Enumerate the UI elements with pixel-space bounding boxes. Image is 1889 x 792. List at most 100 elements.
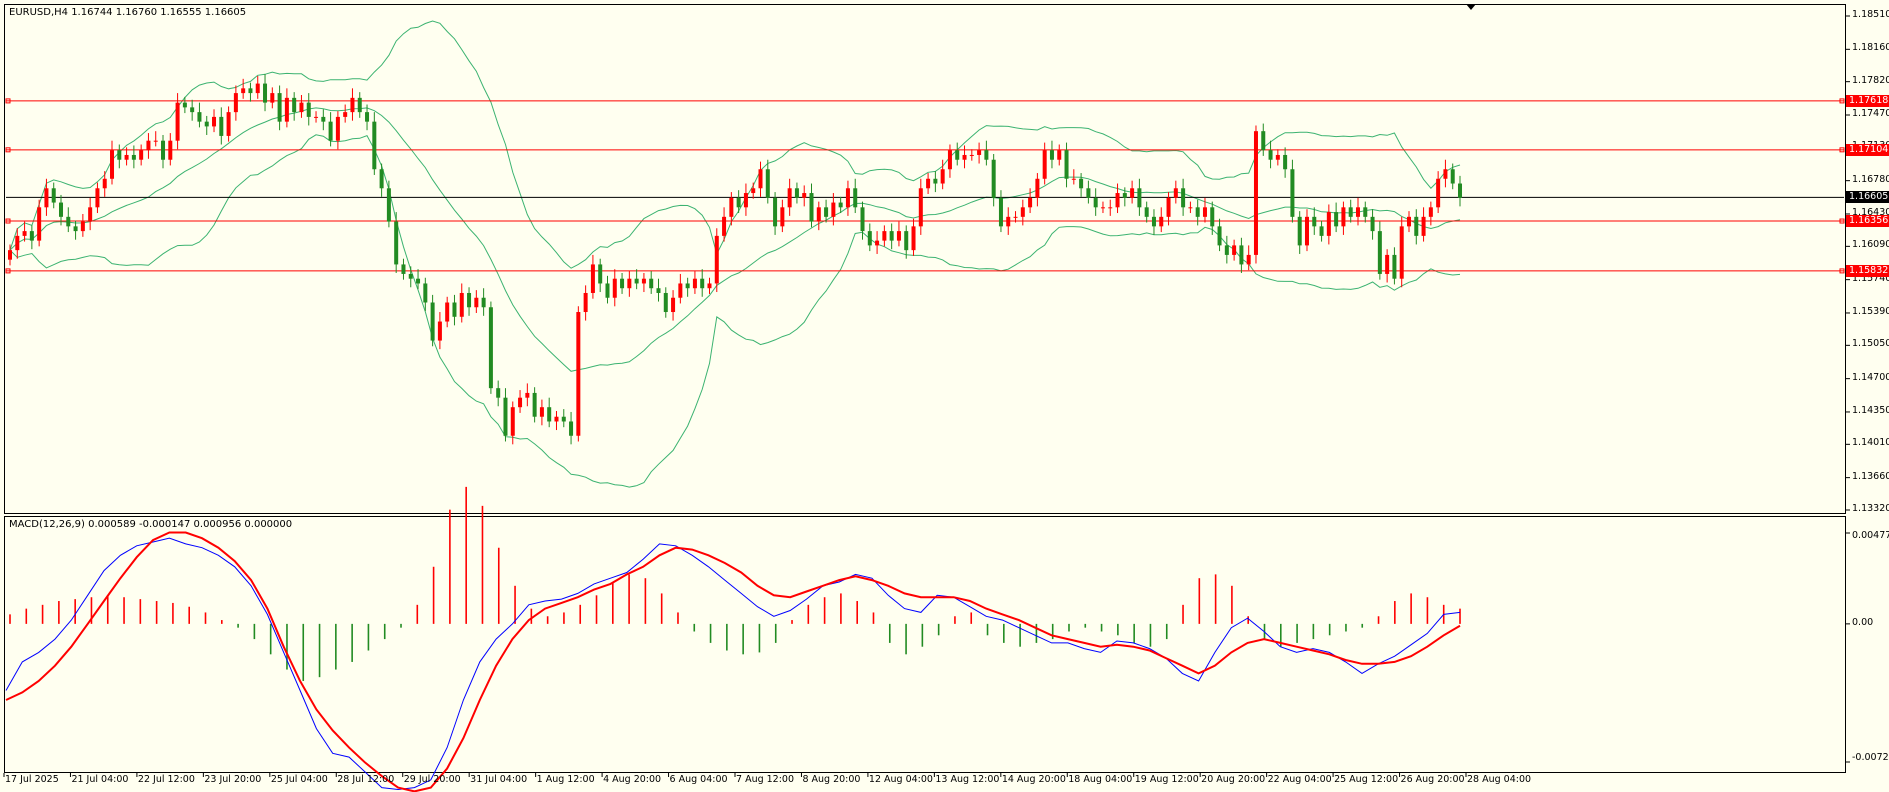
candle xyxy=(1035,178,1040,198)
price-axis-label: 1.13660 xyxy=(1852,470,1889,482)
candle xyxy=(1159,216,1164,227)
price-axis-label: 1.15050 xyxy=(1852,338,1889,350)
candle xyxy=(933,178,938,184)
candle xyxy=(445,302,450,322)
candle xyxy=(940,169,945,184)
price-axis-label: 1.18510 xyxy=(1852,9,1889,20)
candle xyxy=(481,297,486,308)
candle xyxy=(1079,178,1084,189)
candle xyxy=(816,207,821,222)
candle xyxy=(627,278,632,289)
price-axis-label: 1.18160 xyxy=(1852,42,1889,54)
candle xyxy=(1268,150,1273,160)
candle xyxy=(241,88,246,94)
time-axis-label: 4 Aug 20:00 xyxy=(603,774,662,785)
candle xyxy=(510,407,515,436)
candle xyxy=(780,207,785,227)
candle xyxy=(991,159,996,198)
time-axis-label: 17 Jul 2025 xyxy=(5,774,59,785)
candle xyxy=(146,140,151,151)
candle xyxy=(1421,216,1426,236)
candle xyxy=(612,278,617,298)
candle xyxy=(488,307,493,389)
candle xyxy=(1086,188,1091,198)
candle xyxy=(1137,188,1142,208)
candle xyxy=(430,302,435,341)
candle xyxy=(117,150,122,160)
candle xyxy=(263,83,268,103)
time-axis-label: 20 Aug 20:00 xyxy=(1201,774,1266,785)
candle xyxy=(802,193,807,198)
candle xyxy=(1392,254,1397,279)
candle xyxy=(1246,254,1251,265)
candle xyxy=(1253,131,1258,255)
price-axis-label: 1.14700 xyxy=(1852,371,1889,383)
candle xyxy=(255,83,260,94)
candle xyxy=(1370,216,1375,232)
candle xyxy=(576,312,581,436)
candle xyxy=(1071,178,1076,180)
candle xyxy=(314,116,319,118)
chart-shift-marker-icon[interactable] xyxy=(1466,4,1476,10)
candle xyxy=(758,169,763,189)
candle xyxy=(1450,169,1455,184)
candle xyxy=(583,292,588,313)
candle xyxy=(926,178,931,189)
candle xyxy=(1377,231,1382,274)
candle xyxy=(51,188,56,203)
candle xyxy=(882,231,887,241)
candle xyxy=(1232,245,1237,255)
candle xyxy=(1363,207,1368,217)
macd-header: MACD(12,26,9) 0.000589 -0.000147 0.00095… xyxy=(9,519,293,530)
candle xyxy=(1093,197,1098,208)
candle xyxy=(124,154,129,160)
price-axis-label: 1.16780 xyxy=(1852,173,1889,185)
candle xyxy=(554,416,559,422)
macd-main-line xyxy=(5,537,1461,791)
candle xyxy=(1290,169,1295,217)
candle xyxy=(736,197,741,208)
candle xyxy=(204,121,209,127)
candle xyxy=(663,292,668,313)
candle xyxy=(620,278,625,289)
candle xyxy=(1319,226,1324,236)
candle xyxy=(212,116,217,127)
candle xyxy=(1181,188,1186,208)
candle xyxy=(467,292,472,308)
time-axis-label: 21 Jul 04:00 xyxy=(71,774,129,785)
candle xyxy=(984,150,989,160)
candle xyxy=(947,150,952,170)
candle xyxy=(284,97,289,122)
macd-signal-line xyxy=(5,531,1461,792)
candle xyxy=(1443,169,1448,179)
time-axis-label: 19 Aug 12:00 xyxy=(1134,774,1199,785)
price-axis-label: 1.16090 xyxy=(1852,239,1889,251)
candle xyxy=(969,154,974,156)
candle xyxy=(1195,207,1200,217)
candle xyxy=(1275,154,1280,160)
candle xyxy=(37,207,42,241)
time-axis-label: 8 Aug 20:00 xyxy=(802,774,861,785)
current-price-tag: 1.16605 xyxy=(1846,191,1889,204)
candle xyxy=(161,140,166,160)
candle xyxy=(22,231,27,236)
chart-canvas[interactable] xyxy=(0,0,1889,792)
candle xyxy=(904,231,909,251)
candle xyxy=(233,93,238,113)
candle xyxy=(335,116,340,141)
time-axis-label: 14 Aug 20:00 xyxy=(1001,774,1066,785)
candle xyxy=(962,154,967,160)
candle xyxy=(1326,212,1331,236)
candle xyxy=(634,278,639,284)
candle xyxy=(605,283,610,298)
candle xyxy=(1188,207,1193,209)
candle xyxy=(44,188,49,208)
candle xyxy=(59,202,64,217)
candle xyxy=(80,221,85,232)
candle xyxy=(299,102,304,113)
candle xyxy=(1406,216,1411,227)
candle xyxy=(671,297,676,313)
candle xyxy=(722,216,727,236)
candle xyxy=(168,140,173,160)
chart-window: EURUSD,H4 1.16744 1.16760 1.16555 1.1660… xyxy=(0,0,1889,792)
